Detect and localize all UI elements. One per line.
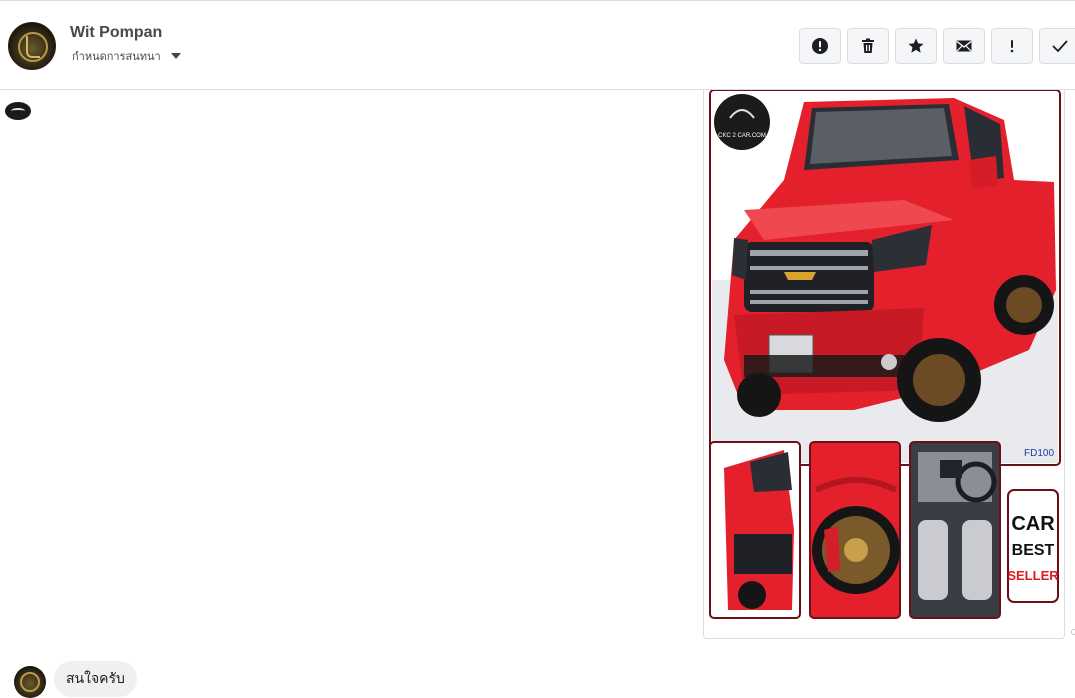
mark-unread-button[interactable] [943,28,985,64]
exclamation-icon [1010,40,1014,53]
star-button[interactable] [895,28,937,64]
seen-indicator-icon [1071,629,1075,635]
caret-down-icon [170,53,181,59]
best-seller-badge: CAR BEST SELLER [1007,489,1059,603]
dealer-logo [714,94,770,150]
dealer-logo-text: CKC 2 CAR.COM [718,133,766,139]
star-icon [908,38,924,53]
contact-avatar[interactable] [8,22,56,70]
trash-icon [862,38,874,53]
thumbnail-front [709,441,801,619]
conversation-actions [799,28,1075,64]
envelope-icon [956,40,972,52]
badge-line1: CAR [1011,513,1055,535]
badge-line2: BEST [1012,542,1055,559]
check-icon [1052,40,1068,52]
image-attachment[interactable]: CKC 2 CAR.COM FD100 CAR BEST SELLER [703,90,1065,639]
delete-button[interactable] [847,28,889,64]
conversation-header: Wit Pompan กำหนดการสนทนา [0,0,1075,90]
badge-line3: SELLER [1007,568,1059,583]
conversation-menu[interactable]: กำหนดการสนทนา [72,47,181,65]
page-logo-icon [5,102,31,120]
thumbnail-interior [909,441,1001,619]
conversation-menu-label: กำหนดการสนทนา [72,51,161,63]
message-bubble[interactable]: สนใจครับ [54,661,137,697]
sender-avatar[interactable] [14,666,46,698]
sender-avatar-ring [20,672,40,692]
stock-code: FD100 [1024,448,1054,459]
thumbnail-wheel [809,441,901,619]
mark-important-button[interactable] [991,28,1033,64]
alert-circle-icon [812,38,828,54]
car-photo: CKC 2 CAR.COM FD100 CAR BEST SELLER [709,90,1061,619]
contact-name[interactable]: Wit Pompan [70,24,162,42]
mark-spam-button[interactable] [799,28,841,64]
mark-done-button[interactable] [1039,28,1075,64]
avatar-glyph [26,36,40,58]
